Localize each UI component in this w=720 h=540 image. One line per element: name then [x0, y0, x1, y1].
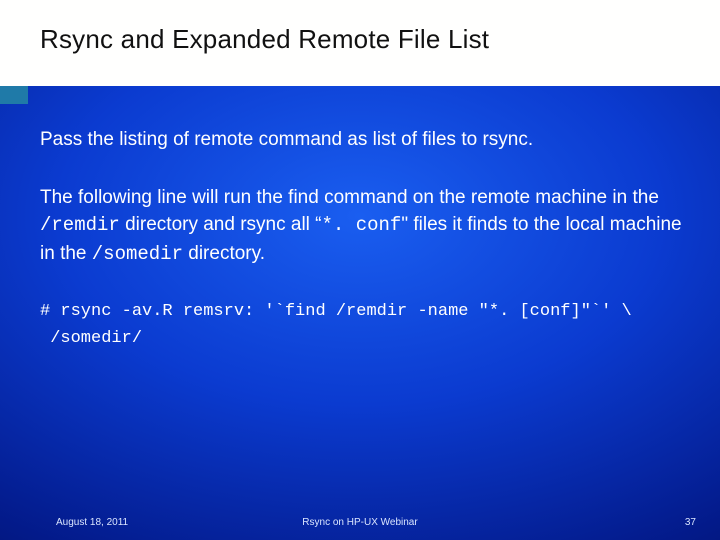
slide: Rsync and Expanded Remote File List Pass…	[0, 0, 720, 540]
slide-body: Pass the listing of remote command as li…	[0, 86, 720, 353]
command-line-2: /somedir/	[40, 329, 142, 348]
command-line-1: # rsync -av.R remsrv: '`find /remdir -na…	[40, 302, 632, 321]
desc-path-somedir: /somedir	[92, 243, 183, 265]
intro-paragraph: Pass the listing of remote command as li…	[40, 126, 682, 154]
slide-title: Rsync and Expanded Remote File List	[40, 24, 720, 55]
desc-pattern: *. conf	[322, 214, 402, 236]
slide-header: Rsync and Expanded Remote File List	[0, 0, 720, 86]
desc-text: The following line will run the find com…	[40, 187, 659, 208]
footer-date: August 18, 2011	[56, 517, 128, 528]
command-block: # rsync -av.R remsrv: '`find /remdir -na…	[40, 298, 682, 352]
accent-strip	[0, 86, 28, 104]
desc-text: directory and rsync all “	[120, 214, 322, 235]
desc-path-remdir: /remdir	[40, 214, 120, 236]
description-paragraph: The following line will run the find com…	[40, 184, 682, 269]
desc-text: directory.	[183, 243, 265, 264]
footer-title: Rsync on HP-UX Webinar	[302, 517, 417, 528]
footer-page-number: 37	[685, 517, 696, 528]
